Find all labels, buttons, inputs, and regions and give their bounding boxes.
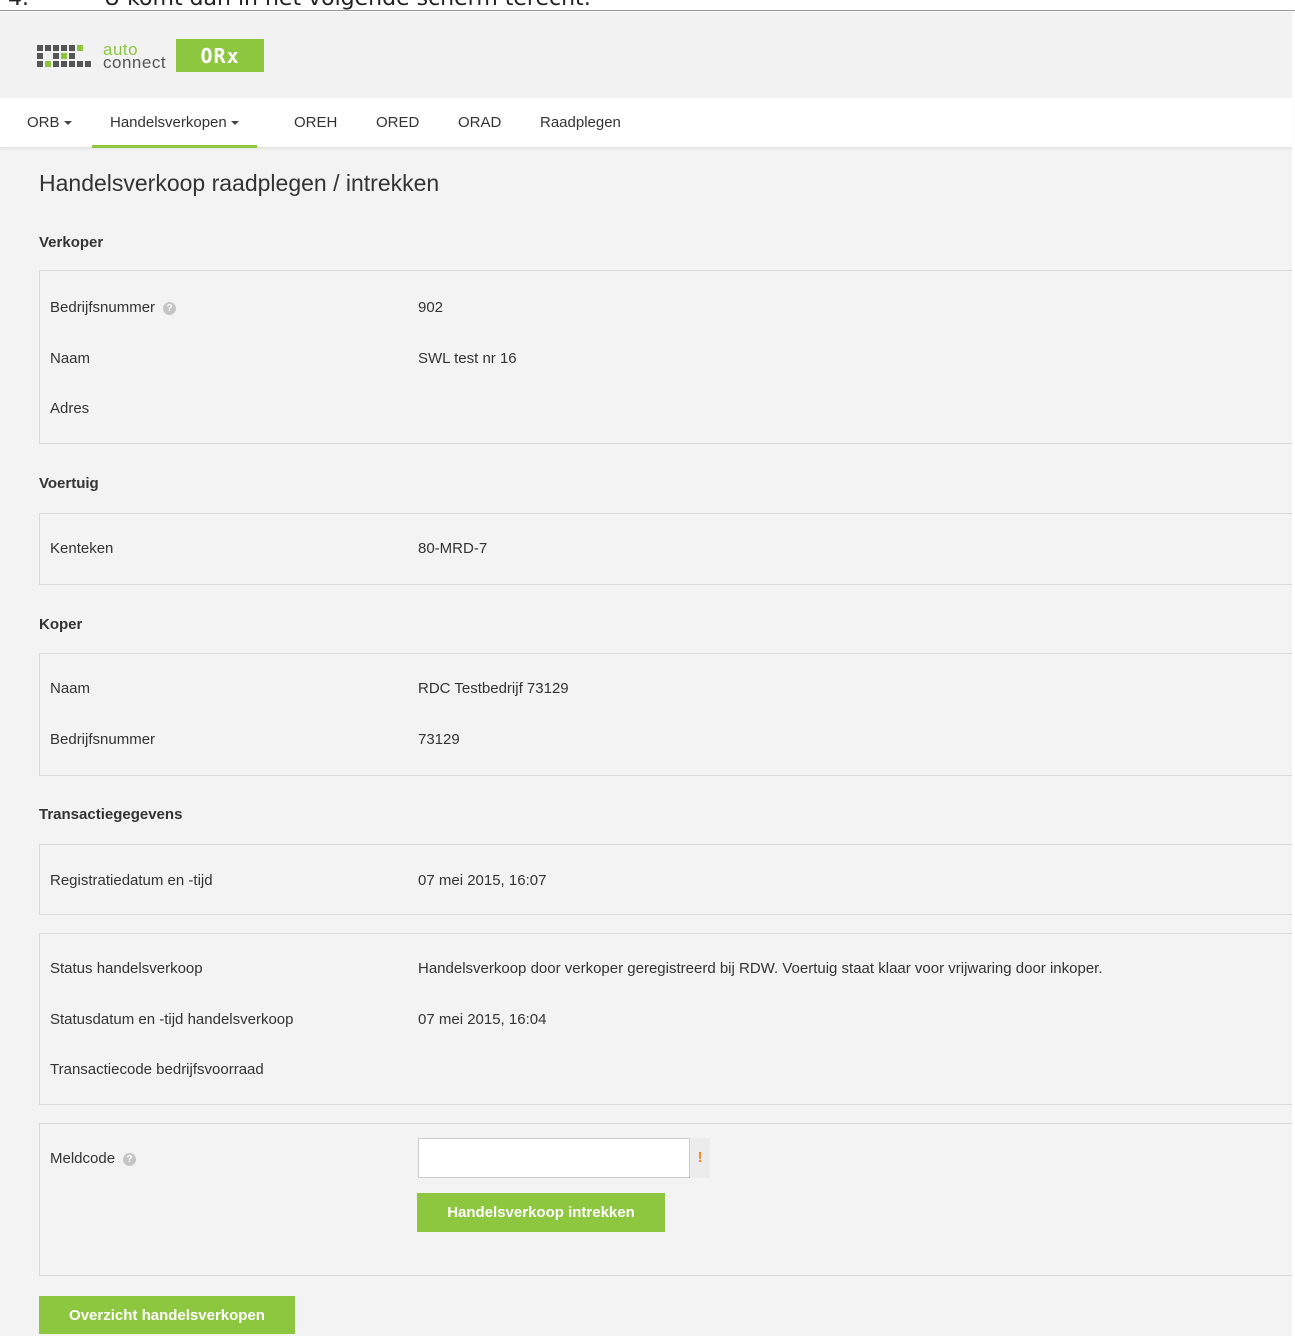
nav-item-handelsverkopen[interactable]: Handelsverkopen [92, 98, 257, 148]
autoconnect-logo[interactable]: auto connect ORx [37, 39, 265, 72]
overzicht-handelsverkopen-button[interactable]: Overzicht handelsverkopen [39, 1296, 295, 1334]
doc-step-number: 4. [8, 0, 29, 10]
label-kenteken: Kenteken [50, 540, 114, 557]
help-icon[interactable]: ? [123, 1153, 137, 1166]
nav-item-ored[interactable]: ORED [376, 98, 419, 148]
nav-label: Raadplegen [540, 114, 621, 131]
value-status: Handelsverkoop door verkoper geregistree… [418, 960, 1103, 977]
caret-down-icon [230, 121, 239, 126]
label-status: Status handelsverkoop [50, 960, 203, 977]
section-title-verkoper: Verkoper [39, 234, 104, 251]
label-naam: Naam [50, 350, 91, 367]
value-kenteken: 80-MRD-7 [418, 540, 488, 557]
label-statusdatum: Statusdatum en -tijd handelsverkoop [50, 1011, 294, 1028]
doc-step-text: U komt dan in het volgende scherm terech… [104, 0, 591, 10]
label-meldcode: Meldcode? [50, 1150, 137, 1167]
logo-word-connect: connect [103, 52, 167, 72]
panel-voertuig: Kenteken 80-MRD-7 [39, 513, 1292, 585]
nav-label: ORED [376, 114, 420, 131]
section-title-koper: Koper [39, 616, 83, 633]
nav-item-orad[interactable]: ORAD [458, 98, 501, 148]
panel-registratie: Registratiedatum en -tijd 07 mei 2015, 1… [39, 844, 1292, 915]
document-header-strip: 4. U komt dan in het volgende scherm ter… [0, 0, 1295, 11]
nav-item-orb[interactable]: ORB [27, 98, 72, 148]
panel-koper: Naam RDC Testbedrijf 73129 Bedrijfsnumme… [39, 653, 1292, 776]
main-navbar: ORB Handelsverkopen OREH ORED ORAD Raadp… [0, 98, 1292, 148]
value-koper-naam: RDC Testbedrijf 73129 [418, 680, 569, 697]
value-naam: SWL test nr 16 [418, 350, 517, 367]
handelsverkoop-intrekken-button[interactable]: Handelsverkoop intrekken [417, 1193, 665, 1232]
value-statusdatum: 07 mei 2015, 16:04 [418, 1011, 547, 1028]
label-koper-bedrijfsnummer: Bedrijfsnummer [50, 731, 156, 748]
warning-icon: ! [690, 1138, 710, 1178]
label-bedrijfsnummer: Bedrijfsnummer? [50, 299, 177, 316]
caret-down-icon [63, 121, 72, 126]
value-koper-bedrijfsnummer: 73129 [418, 731, 460, 748]
section-title-voertuig: Voertuig [39, 475, 99, 492]
label-text: Meldcode [50, 1150, 116, 1167]
label-text: Bedrijfsnummer [50, 299, 156, 316]
nav-item-oreh[interactable]: OREH [294, 98, 337, 148]
page-title: Handelsverkoop raadplegen / intrekken [39, 170, 440, 196]
brand-bar: auto connect ORx [0, 12, 1292, 98]
nav-item-raadplegen[interactable]: Raadplegen [540, 98, 621, 148]
panel-status: Status handelsverkoop Handelsverkoop doo… [39, 933, 1292, 1105]
nav-label: ORAD [458, 114, 502, 131]
label-registratiedatum: Registratiedatum en -tijd [50, 872, 213, 889]
value-bedrijfsnummer: 902 [418, 299, 444, 316]
help-icon[interactable]: ? [163, 302, 177, 315]
nav-label: OREH [294, 114, 338, 131]
panel-verkoper: Bedrijfsnummer? 902 Naam SWL test nr 16 … [39, 270, 1292, 444]
nav-label: Handelsverkopen [110, 114, 227, 131]
section-title-transactiegegevens: Transactiegegevens [39, 806, 183, 823]
label-transactiecode: Transactiecode bedrijfsvoorraad [50, 1061, 264, 1078]
logo-wordmark: auto connect [103, 41, 167, 72]
label-koper-naam: Naam [50, 680, 91, 697]
value-registratiedatum: 07 mei 2015, 16:07 [418, 872, 547, 889]
app-window: auto connect ORx ORB Handelsverkopen ORE… [0, 12, 1292, 1336]
label-adres: Adres [50, 400, 90, 417]
panel-meldcode: Meldcode? ! Handelsverkoop intrekken [39, 1123, 1292, 1276]
meldcode-input[interactable] [418, 1138, 690, 1178]
orx-badge: ORx [176, 39, 265, 72]
logo-grid-icon [37, 44, 95, 67]
nav-label: ORB [27, 114, 60, 131]
